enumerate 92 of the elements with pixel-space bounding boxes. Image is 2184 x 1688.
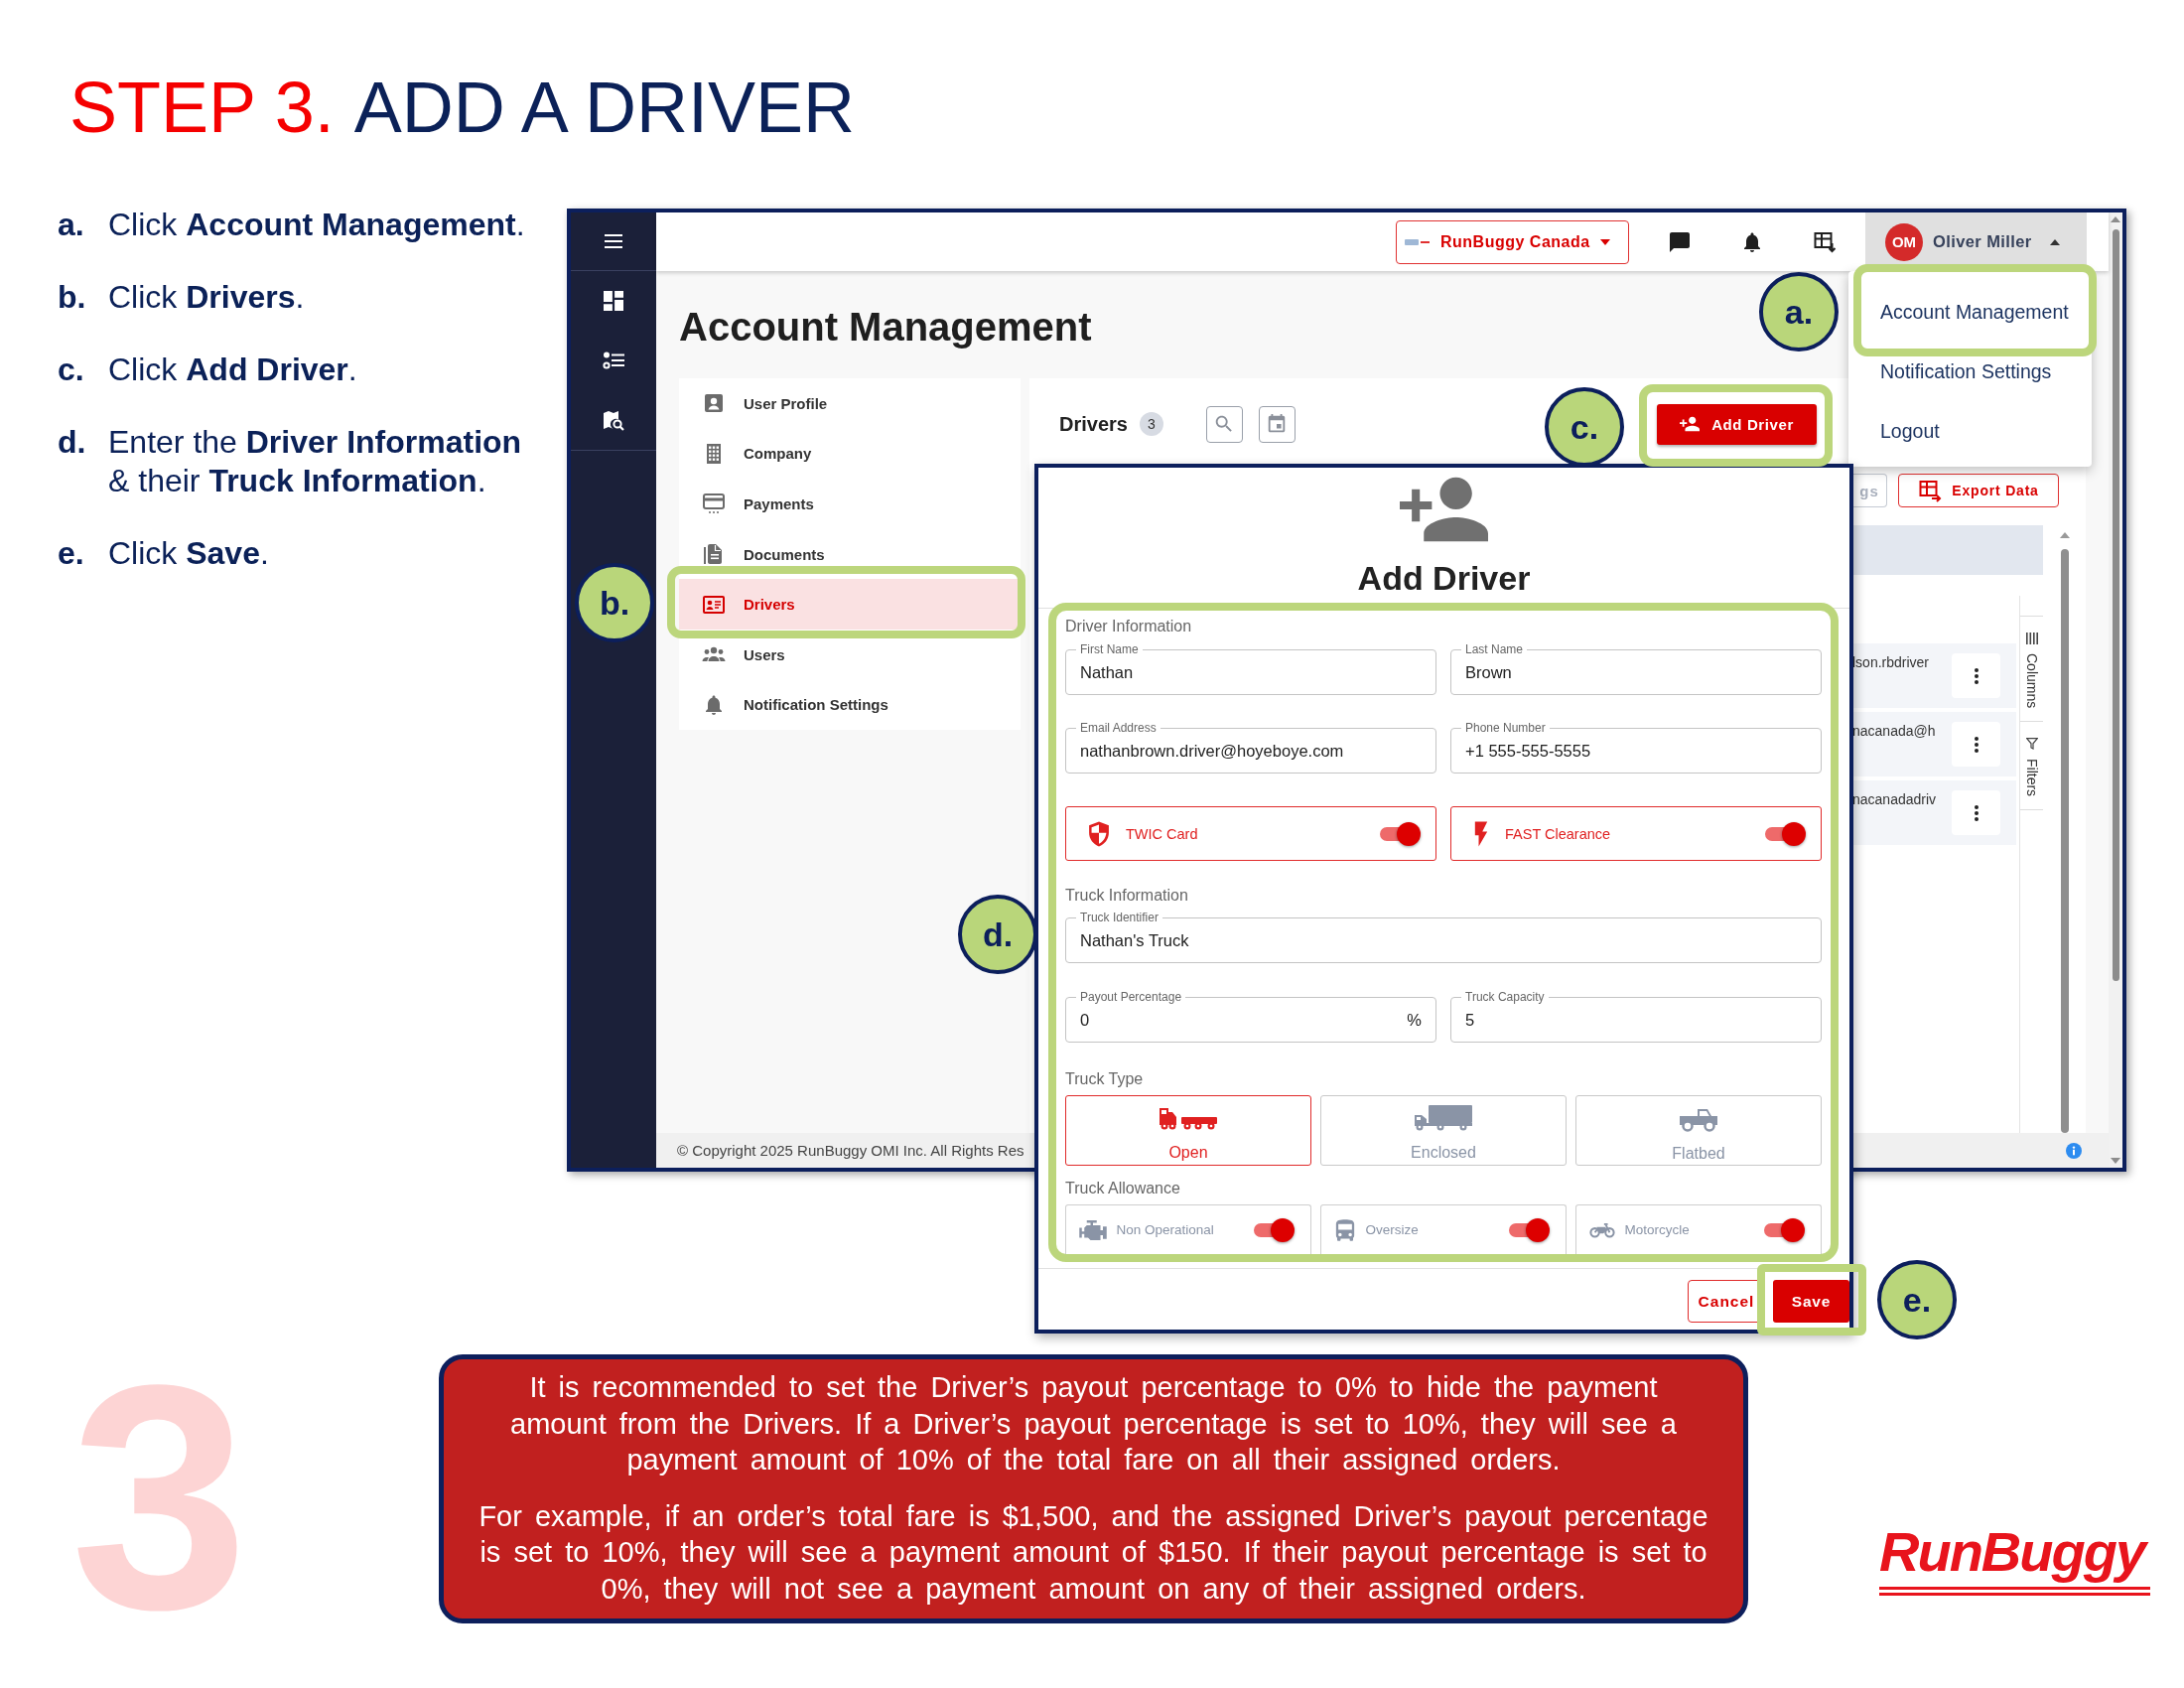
- text-field[interactable]: Truck Identifier Nathan's Truck: [1065, 911, 1822, 963]
- menu-icon[interactable]: [605, 234, 622, 248]
- text-field[interactable]: Truck Capacity 5: [1450, 990, 1822, 1043]
- note-text: For example, if an order’s total fare is $1,500, and the assigned Driver’s payout percentage is set to 10%, they will see a payment amount of $150. If their payout percentage is set to 0%, they will not see a payment amount on any of their assigned orders.: [478, 1498, 1709, 1607]
- dialog-title: Add Driver: [1357, 558, 1531, 598]
- step-marker: a.: [58, 206, 85, 244]
- option-label: Motorcycle: [1624, 1222, 1690, 1237]
- vertical-dots-icon: [1974, 804, 1979, 821]
- shield-icon: [1088, 820, 1110, 847]
- logo-icon: [1405, 236, 1431, 247]
- columns-icon: [2025, 633, 2038, 644]
- field-label: Phone Number: [1464, 721, 1547, 735]
- save-button[interactable]: Save: [1773, 1280, 1849, 1323]
- step-text: Click Save.: [108, 534, 270, 573]
- option-label: FAST Clearance: [1505, 825, 1611, 842]
- count-badge: 3: [1139, 412, 1163, 436]
- table-cell-text: nacanadadriv: [1852, 790, 1938, 809]
- step-marker: e.: [58, 534, 85, 573]
- step-text: Click Account Management.: [108, 206, 526, 244]
- field-label: Last Name: [1464, 642, 1525, 656]
- scroll-up-icon[interactable]: [2060, 532, 2070, 538]
- scrollbar-thumb[interactable]: [2112, 229, 2119, 981]
- map-search-icon[interactable]: [603, 409, 624, 431]
- calendar-button[interactable]: [1258, 405, 1296, 443]
- text-field[interactable]: Email Address nathanbrown.driver@hoyeboye.com: [1065, 721, 1436, 774]
- text-field[interactable]: Last Name Brown: [1450, 642, 1822, 695]
- scroll-up-icon[interactable]: [2111, 216, 2120, 222]
- table-cell-text: lson.rbdriver: [1852, 653, 1931, 672]
- menu-item[interactable]: Logout: [1862, 401, 2086, 461]
- lightning-icon: [1473, 820, 1489, 847]
- step-marker: b.: [58, 278, 87, 317]
- step-marker: d.: [58, 423, 87, 462]
- engine-icon: [1078, 1219, 1107, 1240]
- vertical-dots-icon: [1974, 736, 1979, 753]
- table-export-icon[interactable]: [1813, 229, 1837, 254]
- field-label: Truck Capacity: [1464, 990, 1546, 1004]
- side-tab[interactable]: Columns: [2020, 617, 2043, 723]
- section-label: Driver Information: [1065, 617, 1193, 636]
- field-label: Email Address: [1079, 721, 1158, 735]
- scrollbar-thumb[interactable]: [2061, 549, 2069, 1133]
- page-heading: ADD A DRIVER: [353, 71, 855, 143]
- chat-icon[interactable]: [1668, 229, 1692, 254]
- table-export-icon: [1918, 479, 1943, 502]
- menu-item[interactable]: Notification Settings: [1862, 342, 2086, 401]
- initials-avatar: OM: [1885, 222, 1923, 261]
- caret-down-icon: [1599, 238, 1610, 245]
- box-truck-icon: [1414, 1104, 1473, 1131]
- field-label: Truck Identifier: [1079, 911, 1160, 924]
- vertical-dots-icon: [1974, 667, 1979, 684]
- panel-title: Drivers: [1059, 412, 1128, 436]
- menu-item[interactable]: Drivers: [679, 579, 1021, 630]
- section-label: Truck Allowance: [1065, 1179, 1181, 1198]
- step-marker: c.: [58, 351, 85, 389]
- company-selector[interactable]: RunBuggy Canada: [1396, 219, 1629, 264]
- table-cell-text: nacanada@h: [1852, 722, 1937, 741]
- step-text: Click Drivers.: [108, 278, 306, 317]
- step-callout: e.: [1877, 1260, 1957, 1339]
- motorcycle-icon: [1588, 1221, 1615, 1238]
- text-field[interactable]: First Name Nathan: [1065, 642, 1436, 695]
- list-icon[interactable]: [603, 351, 624, 370]
- search-button[interactable]: [1205, 405, 1243, 443]
- add-user-icon: [1400, 477, 1488, 542]
- step-text: Click Add Driver.: [108, 351, 358, 389]
- step-text: Enter the Driver Information & their Truck Information.: [108, 423, 523, 500]
- note-text: It is recommended to set the Driver’s payout percentage to 0% to hide the payment amount from the Drivers. If a Driver’s payout percentage is set to 10%, they will see a payment amount of 10% of the total fare on all their assigned orders.: [509, 1370, 1678, 1477]
- add-driver-button[interactable]: Add Driver: [1657, 403, 1817, 445]
- section-label: Truck Information: [1065, 886, 1189, 906]
- caret-up-icon: [2050, 238, 2060, 245]
- filter-icon: [2025, 738, 2038, 751]
- truck-type-option[interactable]: Open: [1065, 1095, 1311, 1166]
- export-button[interactable]: Export Data: [1898, 474, 2059, 507]
- brand-logo: RunBuggy: [1879, 1519, 2151, 1596]
- menu-item[interactable]: Account Management: [1862, 282, 2086, 342]
- section-label: Truck Type: [1065, 1069, 1145, 1089]
- credit-card-icon: [702, 492, 726, 516]
- page-title: Account Management: [679, 304, 1092, 351]
- field-label: Payout Percentage: [1079, 990, 1183, 1004]
- field-label: First Name: [1079, 642, 1140, 656]
- step-label: STEP 3.: [69, 71, 335, 143]
- text-field[interactable]: Payout Percentage 0 %: [1065, 990, 1436, 1043]
- scroll-down-icon[interactable]: [2111, 1158, 2120, 1164]
- side-tab[interactable]: Filters: [2020, 722, 2043, 811]
- option-label: TWIC Card: [1126, 825, 1198, 842]
- info-icon[interactable]: [2066, 1142, 2082, 1159]
- option-label: Non Operational: [1116, 1222, 1214, 1237]
- dashboard-icon[interactable]: [604, 291, 623, 311]
- copyright-text: © Copyright 2025 RunBuggy OMI Inc. All Rights Res: [677, 1142, 1024, 1159]
- unit-suffix: %: [1407, 1010, 1422, 1030]
- text-field[interactable]: Phone Number +1 555-555-5555: [1450, 721, 1822, 774]
- option-label: Oversize: [1365, 1222, 1419, 1237]
- bus-front-icon: [1333, 1217, 1356, 1242]
- add-user-icon: [1680, 416, 1701, 432]
